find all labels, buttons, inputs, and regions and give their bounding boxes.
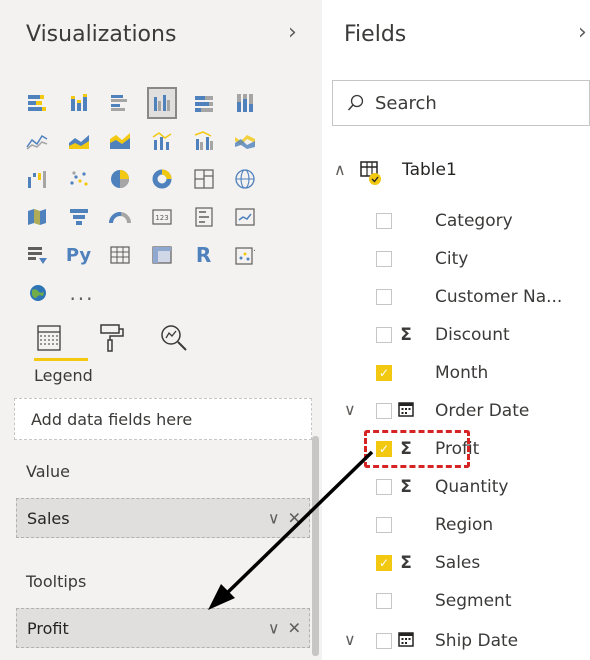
drag-arrow-annotation [208,450,374,610]
